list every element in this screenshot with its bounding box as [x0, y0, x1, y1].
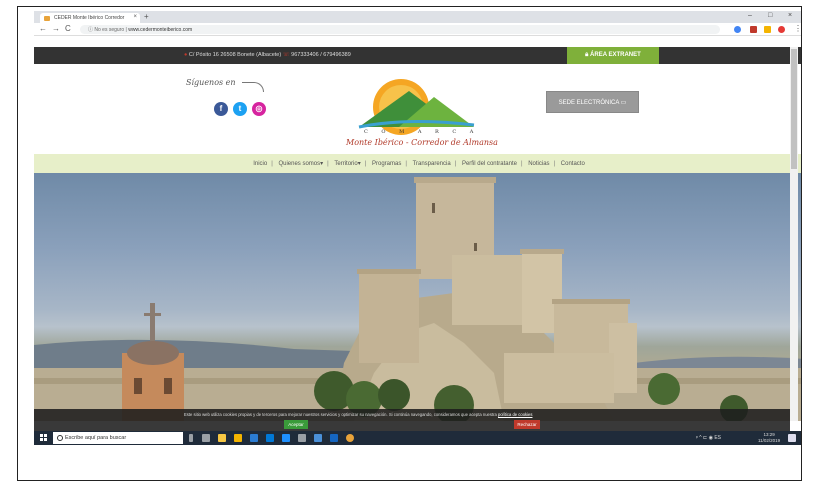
taskbar-app-icon[interactable]	[250, 434, 258, 442]
maximize-button[interactable]: □	[768, 12, 772, 19]
profile-avatar[interactable]	[778, 26, 785, 33]
extranet-label: ÁREA EXTRANET	[590, 52, 641, 58]
menu-item-territorio[interactable]: Territorio▾	[334, 161, 360, 167]
menu-item-contacto[interactable]: Contacto	[561, 161, 585, 167]
logo-comarca-text: C O M A R C A	[364, 129, 480, 135]
taskbar-clock[interactable]: 13:29 11/02/2019	[758, 432, 780, 444]
mail-icon[interactable]	[266, 434, 274, 442]
tab-title: CEDER Monte Ibérico Corredor	[54, 15, 125, 21]
accept-cookies-button[interactable]: Aceptar	[284, 420, 308, 429]
close-window-button[interactable]: ×	[788, 12, 792, 19]
calendar-icon[interactable]	[314, 434, 322, 442]
back-button[interactable]: ←	[39, 24, 47, 33]
outlook-icon[interactable]	[330, 434, 338, 442]
file-explorer-icon[interactable]	[234, 434, 242, 442]
address-text: C/ Pósito 16 26508 Bonete (Albacete)	[188, 52, 282, 58]
scrollbar-thumb[interactable]	[791, 49, 797, 169]
bookmark-star-icon[interactable]	[734, 26, 741, 33]
castle-photo	[34, 177, 801, 421]
system-tray[interactable]: ᵖ ^ ⊏ ◉ ES	[696, 435, 721, 441]
taskbar-search-box[interactable]: Escribe aquí para buscar	[53, 432, 183, 444]
logo-subtitle: Monte Ibérico - Corredor de Almansa	[346, 138, 498, 147]
site-header: Síguenos en f t ◎ C O M A R C A Monte Ib…	[34, 64, 801, 154]
extension-icon[interactable]	[750, 26, 757, 33]
site-top-bar: ● C/ Pósito 16 26508 Bonete (Albacete) ☏…	[34, 47, 801, 64]
windows-taskbar: Escribe aquí para buscar ᵖ ^ ⊏ ◉ ES 13:2…	[34, 431, 801, 445]
search-placeholder: Escribe aquí para buscar	[65, 435, 127, 441]
clock-date: 11/02/2019	[758, 438, 781, 443]
reject-cookies-button[interactable]: Rechazar	[514, 420, 540, 429]
edge-icon[interactable]	[282, 434, 290, 442]
menu-item-quienes-somos[interactable]: Quienes somos▾	[278, 161, 323, 167]
sede-electronica-button[interactable]: SEDE ELECTRÓNICA ▭	[546, 91, 639, 113]
extranet-button[interactable]: 🔒︎ ÁREA EXTRANET	[567, 47, 659, 64]
tab-close-icon[interactable]: ×	[133, 14, 137, 20]
cookie-banner: Este sitio web utiliza cookies propias y…	[34, 409, 790, 431]
location-pin-icon: ●	[184, 52, 188, 58]
cortana-icon	[57, 435, 63, 441]
facebook-icon[interactable]: f	[214, 102, 228, 116]
menu-item-inicio[interactable]: Inicio	[253, 161, 267, 167]
twitter-icon[interactable]: t	[233, 102, 247, 116]
menu-item-perfil-contratante[interactable]: Perfil del contratante	[462, 161, 517, 167]
reload-button[interactable]: C	[65, 24, 71, 33]
task-view-icon[interactable]	[202, 434, 210, 442]
cookie-policy-link[interactable]: política de cookies	[498, 412, 532, 417]
microphone-icon[interactable]	[189, 434, 193, 442]
page-scrollbar[interactable]	[790, 47, 798, 421]
browser-toolbar: ← → C ⓘ No es seguro | www.cedermonteibe…	[34, 23, 801, 36]
follow-us-label: Síguenos en	[186, 78, 236, 87]
security-label: No es seguro	[94, 27, 125, 33]
windows-start-icon[interactable]	[40, 434, 47, 441]
browser-tab-bar: CEDER Monte Ibérico Corredor × + – □ ×	[34, 11, 801, 23]
url-text: www.cedermonteiberico.com	[128, 27, 193, 33]
menu-item-noticias[interactable]: Noticias	[528, 161, 549, 167]
menu-kebab-icon[interactable]: ⋮	[794, 24, 801, 33]
menu-item-transparencia[interactable]: Transparencia	[413, 161, 451, 167]
sede-label: SEDE ELECTRÓNICA	[558, 100, 619, 106]
arrow-icon	[242, 82, 264, 92]
cookie-notice-text: Este sitio web utiliza cookies propias y…	[184, 412, 533, 417]
hero-castle-image	[34, 173, 801, 421]
contact-info: ● C/ Pósito 16 26508 Bonete (Albacete) ☏…	[184, 52, 351, 58]
notification-icon[interactable]	[788, 434, 796, 442]
main-menu: Inicio | Quienes somos▾ | Territorio▾ | Pro…	[34, 154, 801, 173]
instagram-icon[interactable]: ◎	[252, 102, 266, 116]
store-icon[interactable]	[218, 434, 226, 442]
forward-button[interactable]: →	[52, 24, 60, 33]
extension-icon[interactable]	[764, 26, 771, 33]
calculator-icon[interactable]	[298, 434, 306, 442]
phone-icon: ☏	[282, 52, 292, 58]
chevron-down-icon: ▾	[320, 161, 324, 167]
favicon-icon	[44, 16, 50, 21]
phone-text: 967333406 / 679496389	[291, 52, 351, 58]
menu-item-programas[interactable]: Programas	[372, 161, 401, 167]
desktop-screen: CEDER Monte Ibérico Corredor × + – □ × ←…	[34, 11, 801, 452]
chrome-icon[interactable]	[346, 434, 354, 442]
browser-tab[interactable]: CEDER Monte Ibérico Corredor ×	[40, 13, 140, 23]
new-tab-button[interactable]: +	[144, 12, 149, 21]
address-bar[interactable]: ⓘ No es seguro | www.cedermonteiberico.c…	[80, 25, 720, 34]
chevron-down-icon: ▾	[357, 161, 361, 167]
monitor-icon: ▭	[620, 100, 627, 106]
minimize-button[interactable]: –	[748, 12, 752, 19]
screenshot-frame: CEDER Monte Ibérico Corredor × + – □ × ←…	[17, 6, 802, 481]
